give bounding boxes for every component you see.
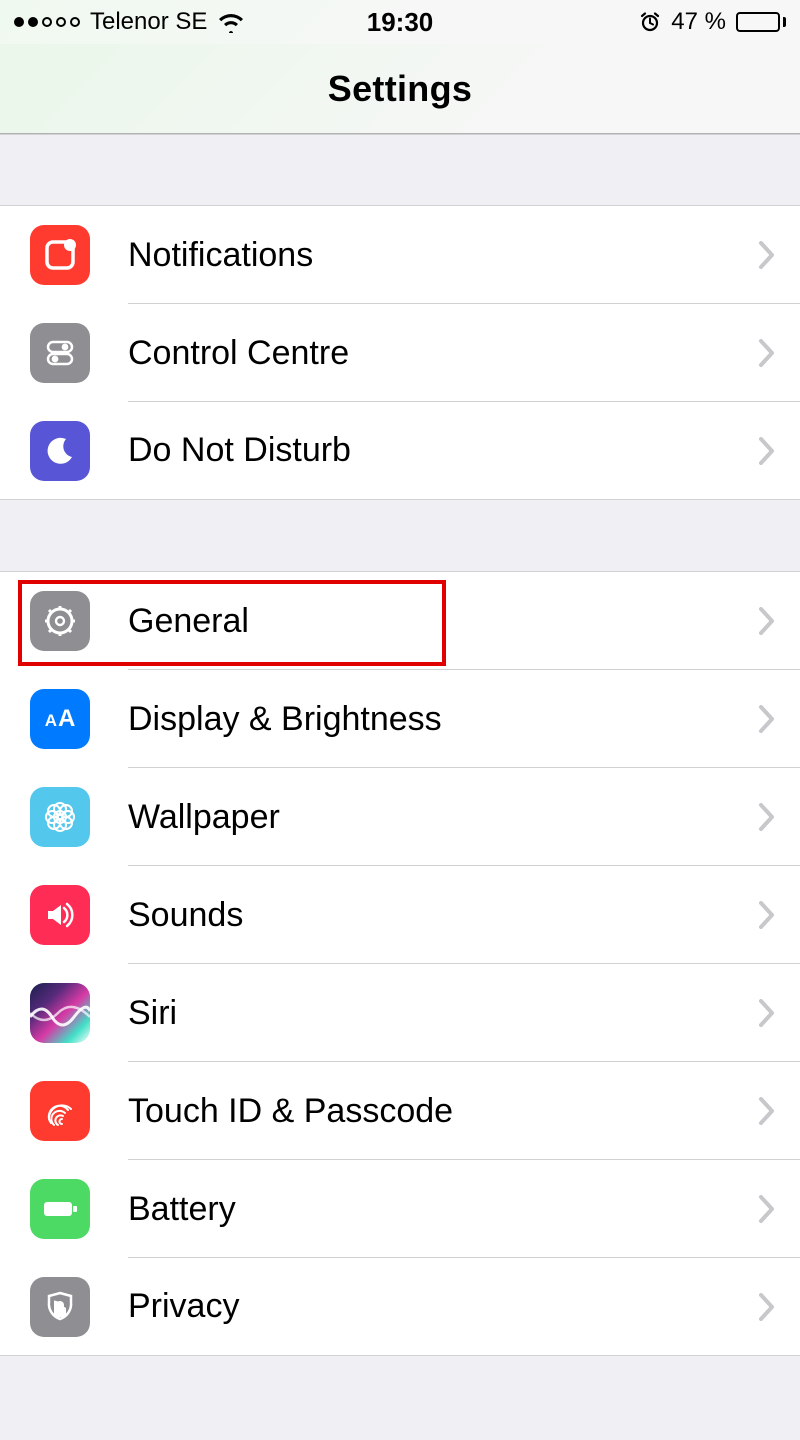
row-label: Siri [128,994,758,1033]
battery-icon [736,12,786,32]
battery-percent-label: 47 % [671,8,726,36]
settings-group-1: Notifications Control Centre Do Not Dist… [0,206,800,500]
wallpaper-icon [30,787,90,847]
row-label: Display & Brightness [128,700,758,739]
siri-icon [30,983,90,1043]
chevron-right-icon [758,1194,776,1224]
page-title: Settings [328,68,472,110]
row-siri[interactable]: Siri [0,964,800,1062]
row-sounds[interactable]: Sounds [0,866,800,964]
chevron-right-icon [758,436,776,466]
signal-strength-icon [14,17,80,27]
row-label: Control Centre [128,334,758,373]
row-label: Privacy [128,1287,758,1326]
row-label: Sounds [128,896,758,935]
clock-label: 19:30 [367,7,434,38]
row-control-centre[interactable]: Control Centre [0,304,800,402]
display-brightness-icon: AA [30,689,90,749]
touch-id-icon [30,1081,90,1141]
row-battery[interactable]: Battery [0,1160,800,1258]
row-label: Wallpaper [128,798,758,837]
status-bar: Telenor SE 19:30 47 % [0,0,800,44]
nav-header: Settings [0,44,800,134]
battery-setting-icon [30,1179,90,1239]
chevron-right-icon [758,1292,776,1322]
status-right: 47 % [433,8,786,36]
row-general[interactable]: General [0,572,800,670]
row-label: Battery [128,1190,758,1229]
carrier-label: Telenor SE [90,8,207,36]
row-do-not-disturb[interactable]: Do Not Disturb [0,402,800,500]
chevron-right-icon [758,802,776,832]
chevron-right-icon [758,900,776,930]
chevron-right-icon [758,606,776,636]
row-notifications[interactable]: Notifications [0,206,800,304]
privacy-icon [30,1277,90,1337]
general-icon [30,591,90,651]
row-privacy[interactable]: Privacy [0,1258,800,1356]
group-spacer [0,134,800,206]
chevron-right-icon [758,998,776,1028]
do-not-disturb-icon [30,421,90,481]
alarm-icon [639,11,661,33]
row-label: Notifications [128,236,758,275]
notifications-icon [30,225,90,285]
row-label: General [128,602,758,641]
chevron-right-icon [758,1096,776,1126]
chevron-right-icon [758,704,776,734]
group-spacer [0,500,800,572]
status-left: Telenor SE [14,8,367,36]
group-spacer [0,1356,800,1440]
row-touch-id-passcode[interactable]: Touch ID & Passcode [0,1062,800,1160]
chevron-right-icon [758,338,776,368]
row-label: Do Not Disturb [128,431,758,470]
chevron-right-icon [758,240,776,270]
row-wallpaper[interactable]: Wallpaper [0,768,800,866]
wifi-icon [217,11,245,33]
row-label: Touch ID & Passcode [128,1092,758,1131]
control-centre-icon [30,323,90,383]
settings-group-2: General AA Display & Brightness Wallpape… [0,572,800,1356]
row-display-brightness[interactable]: AA Display & Brightness [0,670,800,768]
sounds-icon [30,885,90,945]
